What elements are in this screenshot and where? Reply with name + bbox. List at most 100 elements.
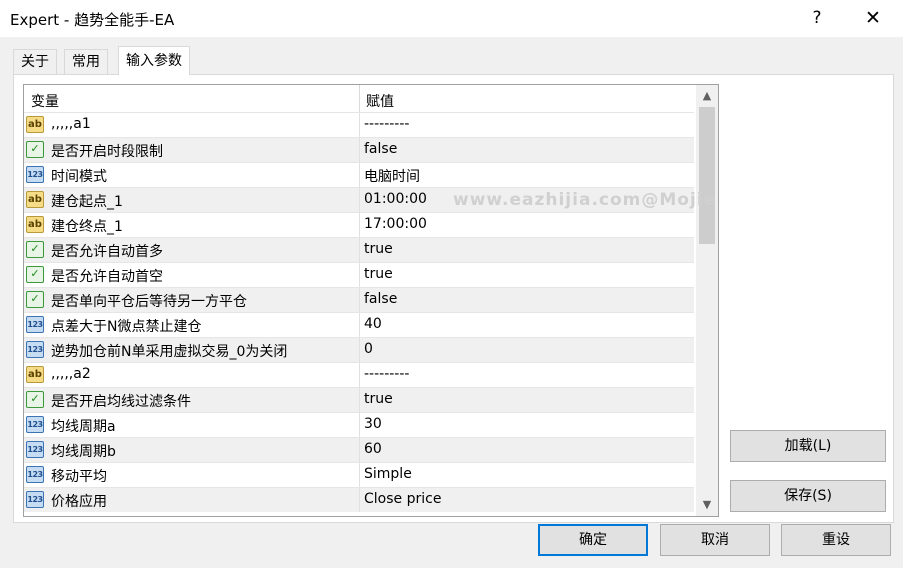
parameter-row[interactable]: 123 时间模式 电脑时间 (24, 162, 694, 187)
parameter-value[interactable]: 电脑时间 (364, 166, 420, 186)
parameter-value[interactable]: --------- (364, 116, 409, 132)
cell-divider (359, 363, 360, 387)
parameter-row[interactable]: ✓ 是否单向平仓后等待另一方平仓 false (24, 287, 694, 312)
grid-rows: ab ,,,,,a1 --------- ✓ 是否开启时段限制 false 123 时间模式 电… (24, 112, 694, 512)
parameter-row[interactable]: ab 建仓终点_1 17:00:00 (24, 212, 694, 237)
scroll-thumb[interactable] (699, 107, 715, 244)
numeric-type-icon: 123 (26, 341, 44, 358)
cell-divider (359, 288, 360, 312)
parameter-row[interactable]: 123 逆势加仓前N单采用虚拟交易_0为关闭 0 (24, 337, 694, 362)
close-icon[interactable]: ✕ (860, 5, 886, 31)
numeric-type-icon: 123 (26, 441, 44, 458)
parameter-name: 是否允许自动首多 (51, 244, 163, 260)
column-header-variable[interactable]: 变量 (31, 91, 59, 111)
parameter-name: 移动平均 (51, 469, 107, 485)
parameter-name: 是否允许自动首空 (51, 269, 163, 285)
string-type-icon: ab (26, 191, 44, 208)
parameter-row[interactable]: ✓ 是否允许自动首多 true (24, 237, 694, 262)
parameter-row[interactable]: ab ,,,,,a1 --------- (24, 112, 694, 137)
cell-divider (359, 463, 360, 487)
parameter-value[interactable]: --------- (364, 366, 409, 382)
string-type-icon: ab (26, 116, 44, 133)
parameter-name: 均线周期b (51, 444, 116, 460)
parameter-grid[interactable]: 变量 赋值 ab ,,,,,a1 --------- ✓ 是否开启时段限制 false 12… (23, 84, 719, 517)
parameter-row[interactable]: ab 建仓起点_1 01:00:00 (24, 187, 694, 212)
parameter-value[interactable]: 01:00:00 (364, 191, 427, 207)
column-divider[interactable] (359, 85, 360, 113)
parameter-value[interactable]: 40 (364, 316, 382, 332)
cell-divider (359, 113, 360, 137)
boolean-type-icon: ✓ (26, 241, 44, 258)
numeric-type-icon: 123 (26, 316, 44, 333)
grid-header: 变量 赋值 (24, 85, 694, 113)
reset-button[interactable]: 重设 (781, 524, 891, 556)
tab-common[interactable]: 常用 (64, 49, 108, 74)
parameter-value[interactable]: 30 (364, 416, 382, 432)
cell-divider (359, 188, 360, 212)
save-button[interactable]: 保存(S) (730, 480, 886, 512)
parameter-row[interactable]: 123 价格应用 Close price (24, 487, 694, 512)
parameter-value[interactable]: 17:00:00 (364, 216, 427, 232)
help-icon[interactable]: ? (805, 5, 829, 31)
parameter-name: 是否单向平仓后等待另一方平仓 (51, 294, 247, 310)
parameter-row[interactable]: 123 均线周期a 30 (24, 412, 694, 437)
cell-divider (359, 238, 360, 262)
scroll-up-icon[interactable]: ▲ (696, 86, 718, 106)
cell-divider (359, 413, 360, 437)
parameter-name: 时间模式 (51, 169, 107, 185)
parameter-row[interactable]: 123 点差大于N微点禁止建仓 40 (24, 312, 694, 337)
string-type-icon: ab (26, 216, 44, 233)
cell-divider (359, 338, 360, 362)
cell-divider (359, 163, 360, 187)
numeric-type-icon: 123 (26, 491, 44, 508)
tab-about[interactable]: 关于 (13, 49, 57, 74)
cell-divider (359, 313, 360, 337)
parameter-value[interactable]: false (364, 141, 397, 157)
parameter-value[interactable]: true (364, 391, 393, 407)
parameter-row[interactable]: 123 移动平均 Simple (24, 462, 694, 487)
parameter-row[interactable]: 123 均线周期b 60 (24, 437, 694, 462)
parameter-value[interactable]: 60 (364, 441, 382, 457)
numeric-type-icon: 123 (26, 466, 44, 483)
parameter-value[interactable]: Simple (364, 466, 412, 482)
parameter-name: 点差大于N微点禁止建仓 (51, 319, 202, 335)
parameter-row[interactable]: ✓ 是否允许自动首空 true (24, 262, 694, 287)
column-header-value[interactable]: 赋值 (366, 91, 394, 111)
parameter-value[interactable]: Close price (364, 491, 441, 507)
window-title: Expert - 趋势全能手-EA (10, 11, 175, 29)
numeric-type-icon: 123 (26, 416, 44, 433)
boolean-type-icon: ✓ (26, 141, 44, 158)
scroll-down-icon[interactable]: ▼ (696, 495, 718, 515)
boolean-type-icon: ✓ (26, 291, 44, 308)
cell-divider (359, 138, 360, 162)
title-bar: Expert - 趋势全能手-EA ? ✕ (0, 0, 903, 37)
parameter-row[interactable]: ab ,,,,,a2 --------- (24, 362, 694, 387)
parameter-name: ,,,,,a1 (51, 116, 91, 132)
vertical-scrollbar[interactable]: ▲ ▼ (696, 85, 718, 516)
parameter-value[interactable]: false (364, 291, 397, 307)
parameter-name: ,,,,,a2 (51, 366, 91, 382)
numeric-type-icon: 123 (26, 166, 44, 183)
parameter-name: 逆势加仓前N单采用虚拟交易_0为关闭 (51, 344, 288, 360)
parameter-row[interactable]: ✓ 是否开启均线过滤条件 true (24, 387, 694, 412)
parameter-name: 是否开启均线过滤条件 (51, 394, 191, 410)
cancel-button[interactable]: 取消 (660, 524, 770, 556)
tab-inputs[interactable]: 输入参数 (118, 46, 190, 75)
parameter-name: 是否开启时段限制 (51, 144, 163, 160)
boolean-type-icon: ✓ (26, 391, 44, 408)
parameter-name: 价格应用 (51, 494, 107, 510)
parameter-value[interactable]: true (364, 266, 393, 282)
cell-divider (359, 263, 360, 287)
load-button[interactable]: 加载(L) (730, 430, 886, 462)
parameter-name: 均线周期a (51, 419, 116, 435)
ok-button[interactable]: 确定 (538, 524, 648, 556)
cell-divider (359, 438, 360, 462)
cell-divider (359, 488, 360, 512)
parameter-value[interactable]: 0 (364, 341, 373, 357)
parameter-row[interactable]: ✓ 是否开启时段限制 false (24, 137, 694, 162)
boolean-type-icon: ✓ (26, 266, 44, 283)
cell-divider (359, 388, 360, 412)
parameter-value[interactable]: true (364, 241, 393, 257)
string-type-icon: ab (26, 366, 44, 383)
parameter-name: 建仓起点_1 (51, 194, 123, 210)
